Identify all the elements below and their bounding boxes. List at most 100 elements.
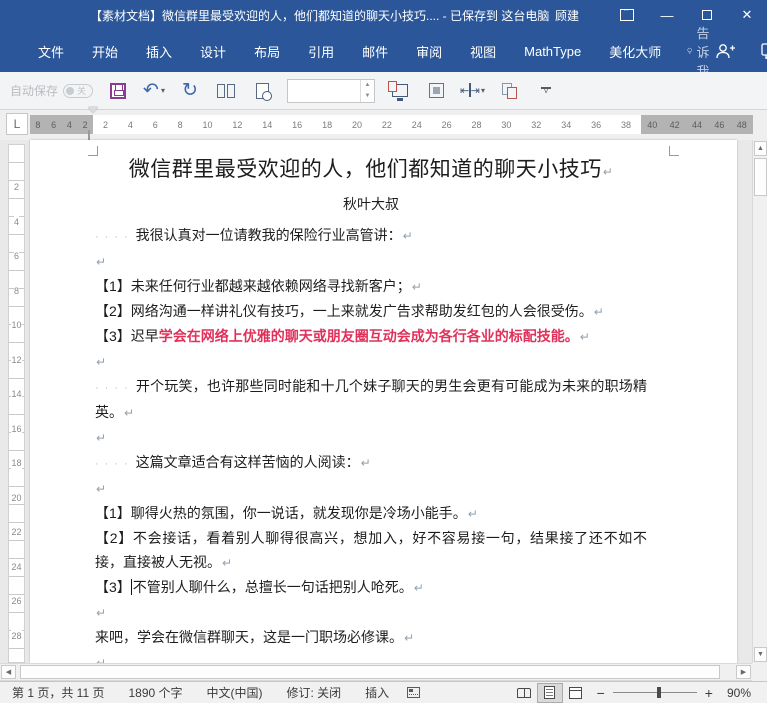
ruler-number: 28	[471, 119, 482, 130]
comments-icon[interactable]	[761, 43, 767, 59]
zoom-slider[interactable]	[612, 687, 697, 698]
vertical-scrollbar[interactable]: ▲ ▼	[752, 140, 767, 663]
view-side-by-side-button[interactable]	[215, 78, 237, 104]
lightbulb-icon	[687, 47, 693, 54]
language-indicator[interactable]: 中文(中国)	[195, 684, 275, 701]
spinner-up-icon[interactable]: ▲	[361, 80, 374, 91]
space-format-marks: ····	[95, 458, 134, 470]
paragraph[interactable]: 【1】聊得火热的氛围，你一说话，就发现你是冷场小能手。↵	[95, 501, 647, 526]
spinner-down-icon[interactable]: ▼	[361, 91, 374, 102]
paragraph[interactable]: ↵	[95, 476, 647, 501]
horizontal-scrollbar[interactable]: ◀ ▶	[0, 663, 752, 681]
text-run: 这篇文章适合有这样苦恼的人阅读：	[135, 454, 360, 470]
ruler-text-area: 2 4 6 8 10 12 14 16 18 20 22 24 26 28 30 32 34 36 38	[93, 115, 641, 134]
vruler-number: 8	[13, 284, 19, 297]
web-layout-button[interactable]	[563, 683, 589, 703]
undo-button[interactable]: ↶ ▾	[143, 78, 165, 104]
scroll-right-icon[interactable]: ▶	[736, 665, 751, 679]
ruler-number: 16	[292, 119, 303, 130]
scroll-up-icon[interactable]: ▲	[754, 141, 767, 156]
space-format-marks: ····	[95, 231, 134, 243]
vruler-number: 28	[11, 629, 22, 642]
vruler-number: 22	[11, 526, 22, 539]
minimize-icon: —	[660, 7, 674, 23]
print-preview-button[interactable]	[251, 78, 273, 104]
horizontal-scroll-thumb[interactable]	[20, 665, 720, 679]
tab-视图[interactable]: 视图	[470, 42, 496, 61]
character-width-dropdown-icon[interactable]: ▾	[481, 86, 485, 95]
tab-插入[interactable]: 插入	[146, 42, 172, 61]
page-borders-button[interactable]	[425, 78, 447, 104]
doc-author-paragraph[interactable]: 秋叶大叔	[95, 189, 647, 219]
paragraph[interactable]: ↵	[95, 600, 647, 625]
vruler-number: 14	[11, 388, 22, 401]
signed-in-user[interactable]: 顾建	[555, 7, 579, 24]
overlapping-pages-icon	[502, 82, 518, 99]
tab-文件[interactable]: 文件	[38, 42, 64, 61]
vertical-scroll-thumb[interactable]	[754, 158, 767, 196]
tab-引用[interactable]: 引用	[308, 42, 334, 61]
redo-button[interactable]: ↻	[179, 78, 201, 104]
tab-开始[interactable]: 开始	[92, 42, 118, 61]
tab-布局[interactable]: 布局	[254, 42, 280, 61]
ribbon-display-options-button[interactable]	[607, 0, 647, 30]
document-page[interactable]: 微信群里最受欢迎的人，他们都知道的聊天小技巧↵ 秋叶大叔 ···· 我很认真对一位请教…	[30, 140, 737, 663]
paragraph[interactable]: 来吧，学会在微信群聊天，这是一门职场必修课。↵	[95, 625, 647, 650]
character-width-button[interactable]: ▾	[460, 78, 485, 104]
read-mode-button[interactable]	[511, 683, 537, 703]
scrollbar-corner	[752, 663, 767, 681]
paragraph[interactable]: ↵	[95, 650, 647, 663]
autosave-toggle[interactable]: 自动保存 关	[10, 82, 94, 99]
scroll-down-icon[interactable]: ▼	[754, 647, 767, 662]
doc-title-paragraph[interactable]: 微信群里最受欢迎的人，他们都知道的聊天小技巧↵	[95, 152, 647, 189]
share-contact-icon[interactable]	[715, 43, 736, 59]
tab-美化大师[interactable]: 美化大师	[609, 42, 661, 61]
ruler-number: 42	[669, 119, 680, 130]
paragraph[interactable]: ↵	[95, 249, 647, 274]
page-indicator[interactable]: 第 1 页，共 11 页	[0, 684, 116, 701]
tab-邮件[interactable]: 邮件	[362, 42, 388, 61]
paragraph[interactable]: 【2】网络沟通一样讲礼仪有技巧，一上来就发广告求帮助发红包的人会很受伤。↵	[95, 299, 647, 324]
document-body[interactable]: 微信群里最受欢迎的人，他们都知道的聊天小技巧↵ 秋叶大叔 ···· 我很认真对一位请教…	[95, 152, 647, 663]
close-button[interactable]: ✕	[727, 0, 767, 30]
tab-审阅[interactable]: 审阅	[416, 42, 442, 61]
save-button[interactable]	[107, 78, 129, 104]
zoom-level[interactable]: 90%	[721, 686, 761, 700]
undo-dropdown-icon[interactable]: ▾	[161, 86, 165, 95]
window-title: 【素材文档】微信群里最受欢迎的人，他们都知道的聊天小技巧.... - 已保存到 …	[90, 8, 550, 23]
paragraph[interactable]: 【1】未来任何行业都越来越依赖网络寻找新客户；↵	[95, 274, 647, 299]
paragraph[interactable]: ···· 开个玩笑，也许那些同时能和十几个妹子聊天的男生会更有可能成为未来的职场精…	[95, 374, 647, 425]
zoom-out-button[interactable]: −	[589, 685, 613, 701]
tab-设计[interactable]: 设计	[200, 42, 226, 61]
paragraph[interactable]: ···· 我很认真对一位请教我的保险行业高管讲：↵	[95, 223, 647, 249]
paragraph[interactable]: 【2】不会接话，看着别人聊得很高兴，想加入，好不容易接一句，结果接了还不如不接，…	[95, 526, 647, 575]
macro-record-icon[interactable]	[407, 687, 421, 698]
vertical-ruler[interactable]: 2 4 6 8 10 12 14 16 18 20 22 24 26 28	[8, 144, 25, 663]
ruler-number: 6	[51, 119, 57, 130]
tab-stop-selector[interactable]: L	[6, 113, 28, 135]
tell-me-button[interactable]: 告诉我	[687, 23, 715, 80]
text-run: 【1】聊得火热的氛围，你一说话，就发现你是冷场小能手。	[95, 505, 467, 521]
copy-page-button[interactable]	[499, 78, 521, 104]
paragraph[interactable]: ···· 这篇文章适合有这样苦恼的人阅读：↵	[95, 450, 647, 476]
minimize-button[interactable]: —	[647, 0, 687, 30]
word-count[interactable]: 1890 个字	[116, 684, 194, 701]
print-preview-icon	[255, 82, 272, 101]
scroll-left-icon[interactable]: ◀	[1, 665, 16, 679]
spinner-buttons[interactable]: ▲ ▼	[360, 79, 374, 102]
track-changes-indicator[interactable]: 修订: 关闭	[275, 684, 354, 701]
insert-mode-indicator[interactable]: 插入	[353, 684, 401, 701]
spinner-input[interactable]: ▲ ▼	[287, 78, 376, 103]
print-layout-button[interactable]	[536, 682, 563, 703]
ruler-number: 30	[501, 119, 512, 130]
paragraph[interactable]: ↵	[95, 349, 647, 374]
send-to-computer-button[interactable]	[388, 78, 411, 104]
paragraph[interactable]: 【3】 不管别人聊什么，总擅长一句话把别人呛死。↵	[95, 575, 647, 600]
paragraph[interactable]: ↵	[95, 425, 647, 450]
vruler-number: 20	[11, 491, 22, 504]
customize-qat-button[interactable]: ˅	[535, 78, 557, 104]
tab-MathType[interactable]: MathType	[524, 44, 581, 59]
paragraph[interactable]: 【3】迟早学会在网络上优雅的聊天或朋友圈互动会成为各行各业的标配技能。↵	[95, 324, 647, 349]
zoom-slider-thumb[interactable]	[656, 687, 661, 698]
zoom-in-button[interactable]: +	[697, 685, 721, 701]
